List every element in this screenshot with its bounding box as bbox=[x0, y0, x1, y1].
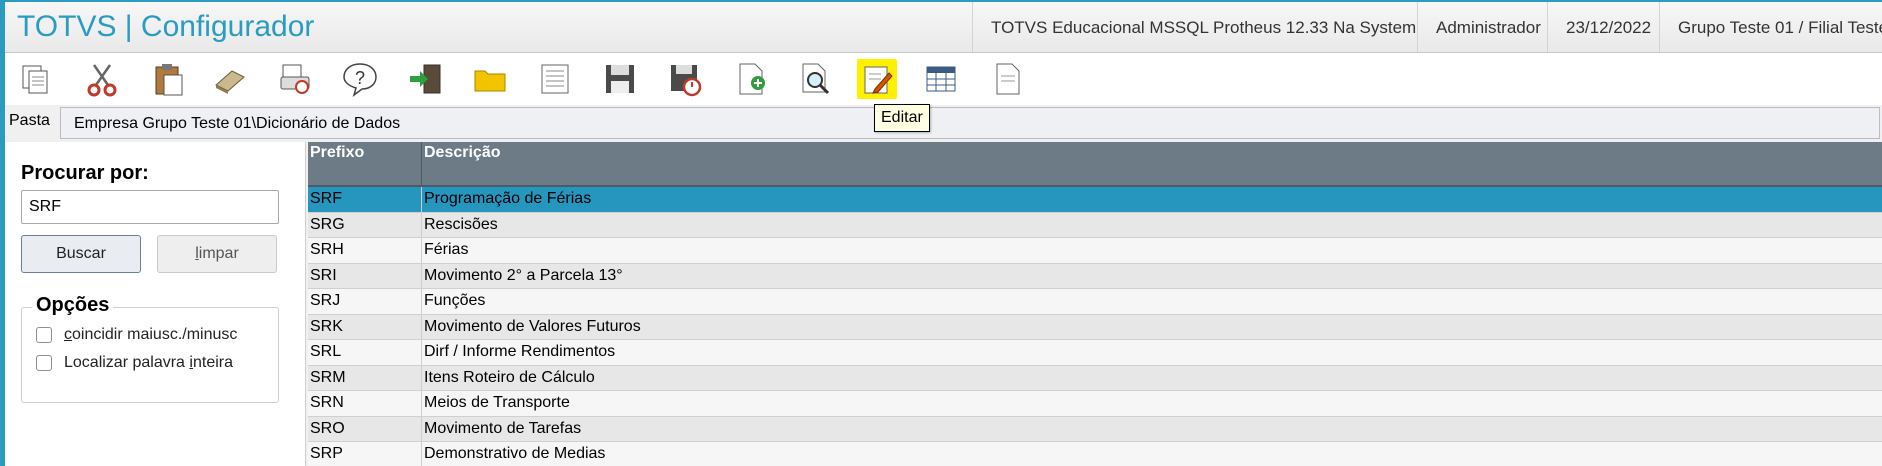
column-divider bbox=[421, 212, 422, 237]
cell-description: Movimento 2° a Parcela 13° bbox=[424, 266, 623, 284]
whole-word-option[interactable]: Localizar palavra inteira bbox=[36, 354, 233, 374]
new-document-icon[interactable] bbox=[731, 59, 771, 99]
header-divider bbox=[421, 142, 422, 185]
cell-description: Férias bbox=[424, 241, 469, 258]
print-preview-icon[interactable] bbox=[275, 59, 315, 99]
grid-rows: SRF Programação de Férias SRG Rescisões SRH F… bbox=[308, 187, 1882, 466]
cell-prefix: SRK bbox=[310, 317, 343, 335]
cell-prefix: SRM bbox=[310, 368, 346, 386]
table-row[interactable]: SRH Férias bbox=[308, 238, 1882, 264]
user-name: Administrador bbox=[1417, 2, 1541, 52]
match-case-mnemonic: c bbox=[64, 326, 72, 343]
search-document-icon[interactable] bbox=[795, 59, 835, 99]
match-case-label-rest: oincidir maiusc./minusc bbox=[72, 326, 238, 343]
cell-description: Meios de Transporte bbox=[424, 394, 570, 411]
save-history-icon[interactable] bbox=[665, 59, 705, 99]
environment-info: TOTVS Educacional MSSQL Protheus 12.33 N… bbox=[972, 2, 1416, 52]
app-title: TOTVS | Configurador bbox=[17, 10, 315, 43]
cut-icon[interactable] bbox=[82, 59, 122, 99]
cell-description: Dirf / Informe Rendimentos bbox=[424, 343, 616, 360]
options-group: Opções coincidir maiusc./minusc Localiza… bbox=[21, 294, 279, 403]
column-divider bbox=[421, 391, 422, 416]
table-row[interactable]: SRL Dirf / Informe Rendimentos bbox=[308, 340, 1882, 366]
title-bar: TOTVS | Configurador TOTVS Educacional M… bbox=[5, 2, 1882, 53]
paste-icon[interactable] bbox=[148, 59, 188, 99]
column-divider bbox=[421, 340, 422, 365]
table-row[interactable]: SRK Movimento de Valores Futuros bbox=[308, 314, 1882, 340]
cell-description: Funções bbox=[424, 292, 486, 309]
system-date: 23/12/2022 bbox=[1547, 2, 1651, 52]
whole-word-checkbox[interactable] bbox=[36, 354, 52, 371]
path-bar: Pasta Empresa Grupo Teste 01\Dicionário … bbox=[5, 106, 1882, 140]
path-field[interactable]: Empresa Grupo Teste 01\Dicionário de Dad… bbox=[60, 107, 1880, 139]
help-icon[interactable]: ? bbox=[340, 59, 380, 99]
table-row[interactable]: SRJ Funções bbox=[308, 289, 1882, 315]
header-prefix[interactable]: Prefixo bbox=[310, 144, 364, 162]
column-divider bbox=[421, 314, 422, 339]
column-divider bbox=[421, 187, 422, 212]
edit-icon[interactable] bbox=[857, 59, 897, 99]
path-value: Empresa Grupo Teste 01\Dicionário de Dad… bbox=[74, 115, 401, 132]
column-divider bbox=[421, 365, 422, 390]
folder-icon[interactable] bbox=[470, 59, 510, 99]
copy-icon[interactable] bbox=[15, 59, 55, 99]
tables-grid: Prefixo Descrição SRF Programação de Féri… bbox=[308, 142, 1882, 466]
eraser-icon[interactable] bbox=[210, 59, 250, 99]
toolbar: ? bbox=[5, 53, 1882, 105]
cell-prefix: SRH bbox=[310, 241, 344, 258]
column-divider bbox=[421, 289, 422, 314]
whole-word-label-rest: nteira bbox=[192, 354, 233, 371]
table-row[interactable]: SRM Itens Roteiro de Cálculo bbox=[308, 365, 1882, 391]
table-icon[interactable] bbox=[921, 59, 961, 99]
cell-prefix: SRI bbox=[310, 266, 337, 284]
options-title: Opções bbox=[32, 294, 114, 317]
list-icon[interactable] bbox=[535, 59, 575, 99]
table-row[interactable]: SRO Movimento de Tarefas bbox=[308, 416, 1882, 442]
path-label: Pasta bbox=[9, 112, 50, 129]
table-row-selected[interactable]: SRF Programação de Férias bbox=[308, 187, 1882, 213]
column-divider bbox=[421, 238, 422, 263]
cell-description: Itens Roteiro de Cálculo bbox=[424, 368, 595, 386]
cell-prefix: SRG bbox=[310, 215, 345, 233]
blank-document-icon[interactable] bbox=[988, 59, 1028, 99]
table-row[interactable]: SRP Demonstrativo de Medias bbox=[308, 442, 1882, 466]
cell-prefix: SRP bbox=[310, 445, 343, 462]
search-title: Procurar por: bbox=[21, 162, 149, 184]
match-case-checkbox[interactable] bbox=[36, 326, 52, 343]
limpar-label-rest: impar bbox=[198, 245, 239, 262]
limpar-button[interactable]: limpar bbox=[157, 235, 277, 273]
table-row[interactable]: SRI Movimento 2° a Parcela 13° bbox=[308, 263, 1882, 289]
cell-prefix: SRN bbox=[310, 394, 344, 411]
search-panel: Procurar por: Buscar limpar Opções coinc… bbox=[5, 142, 306, 466]
grid-header: Prefixo Descrição bbox=[308, 142, 1882, 187]
cell-prefix: SRO bbox=[310, 419, 345, 437]
table-row[interactable]: SRN Meios de Transporte bbox=[308, 391, 1882, 417]
branch-info: Grupo Teste 01 / Filial Teste bbox=[1659, 2, 1882, 52]
search-input[interactable] bbox=[21, 190, 279, 224]
svg-text:?: ? bbox=[355, 68, 365, 88]
cell-description: Movimento de Tarefas bbox=[424, 419, 582, 437]
exit-icon[interactable] bbox=[406, 59, 446, 99]
cell-prefix: SRJ bbox=[310, 292, 341, 309]
whole-word-label-prefix: Localizar palavra bbox=[64, 354, 190, 371]
cell-description: Rescisões bbox=[424, 215, 498, 233]
column-divider bbox=[421, 442, 422, 466]
column-divider bbox=[421, 263, 422, 288]
cell-description: Programação de Férias bbox=[424, 190, 592, 207]
edit-tooltip: Editar bbox=[874, 104, 930, 132]
column-divider bbox=[421, 416, 422, 441]
match-case-option[interactable]: coincidir maiusc./minusc bbox=[36, 326, 237, 346]
buscar-button[interactable]: Buscar bbox=[21, 235, 141, 273]
cell-description: Demonstrativo de Medias bbox=[424, 445, 606, 462]
cell-prefix: SRL bbox=[310, 343, 342, 360]
cell-description: Movimento de Valores Futuros bbox=[424, 317, 641, 335]
cell-prefix: SRF bbox=[310, 190, 342, 207]
header-description[interactable]: Descrição bbox=[424, 144, 501, 162]
table-row[interactable]: SRG Rescisões bbox=[308, 212, 1882, 238]
save-icon[interactable] bbox=[600, 59, 640, 99]
